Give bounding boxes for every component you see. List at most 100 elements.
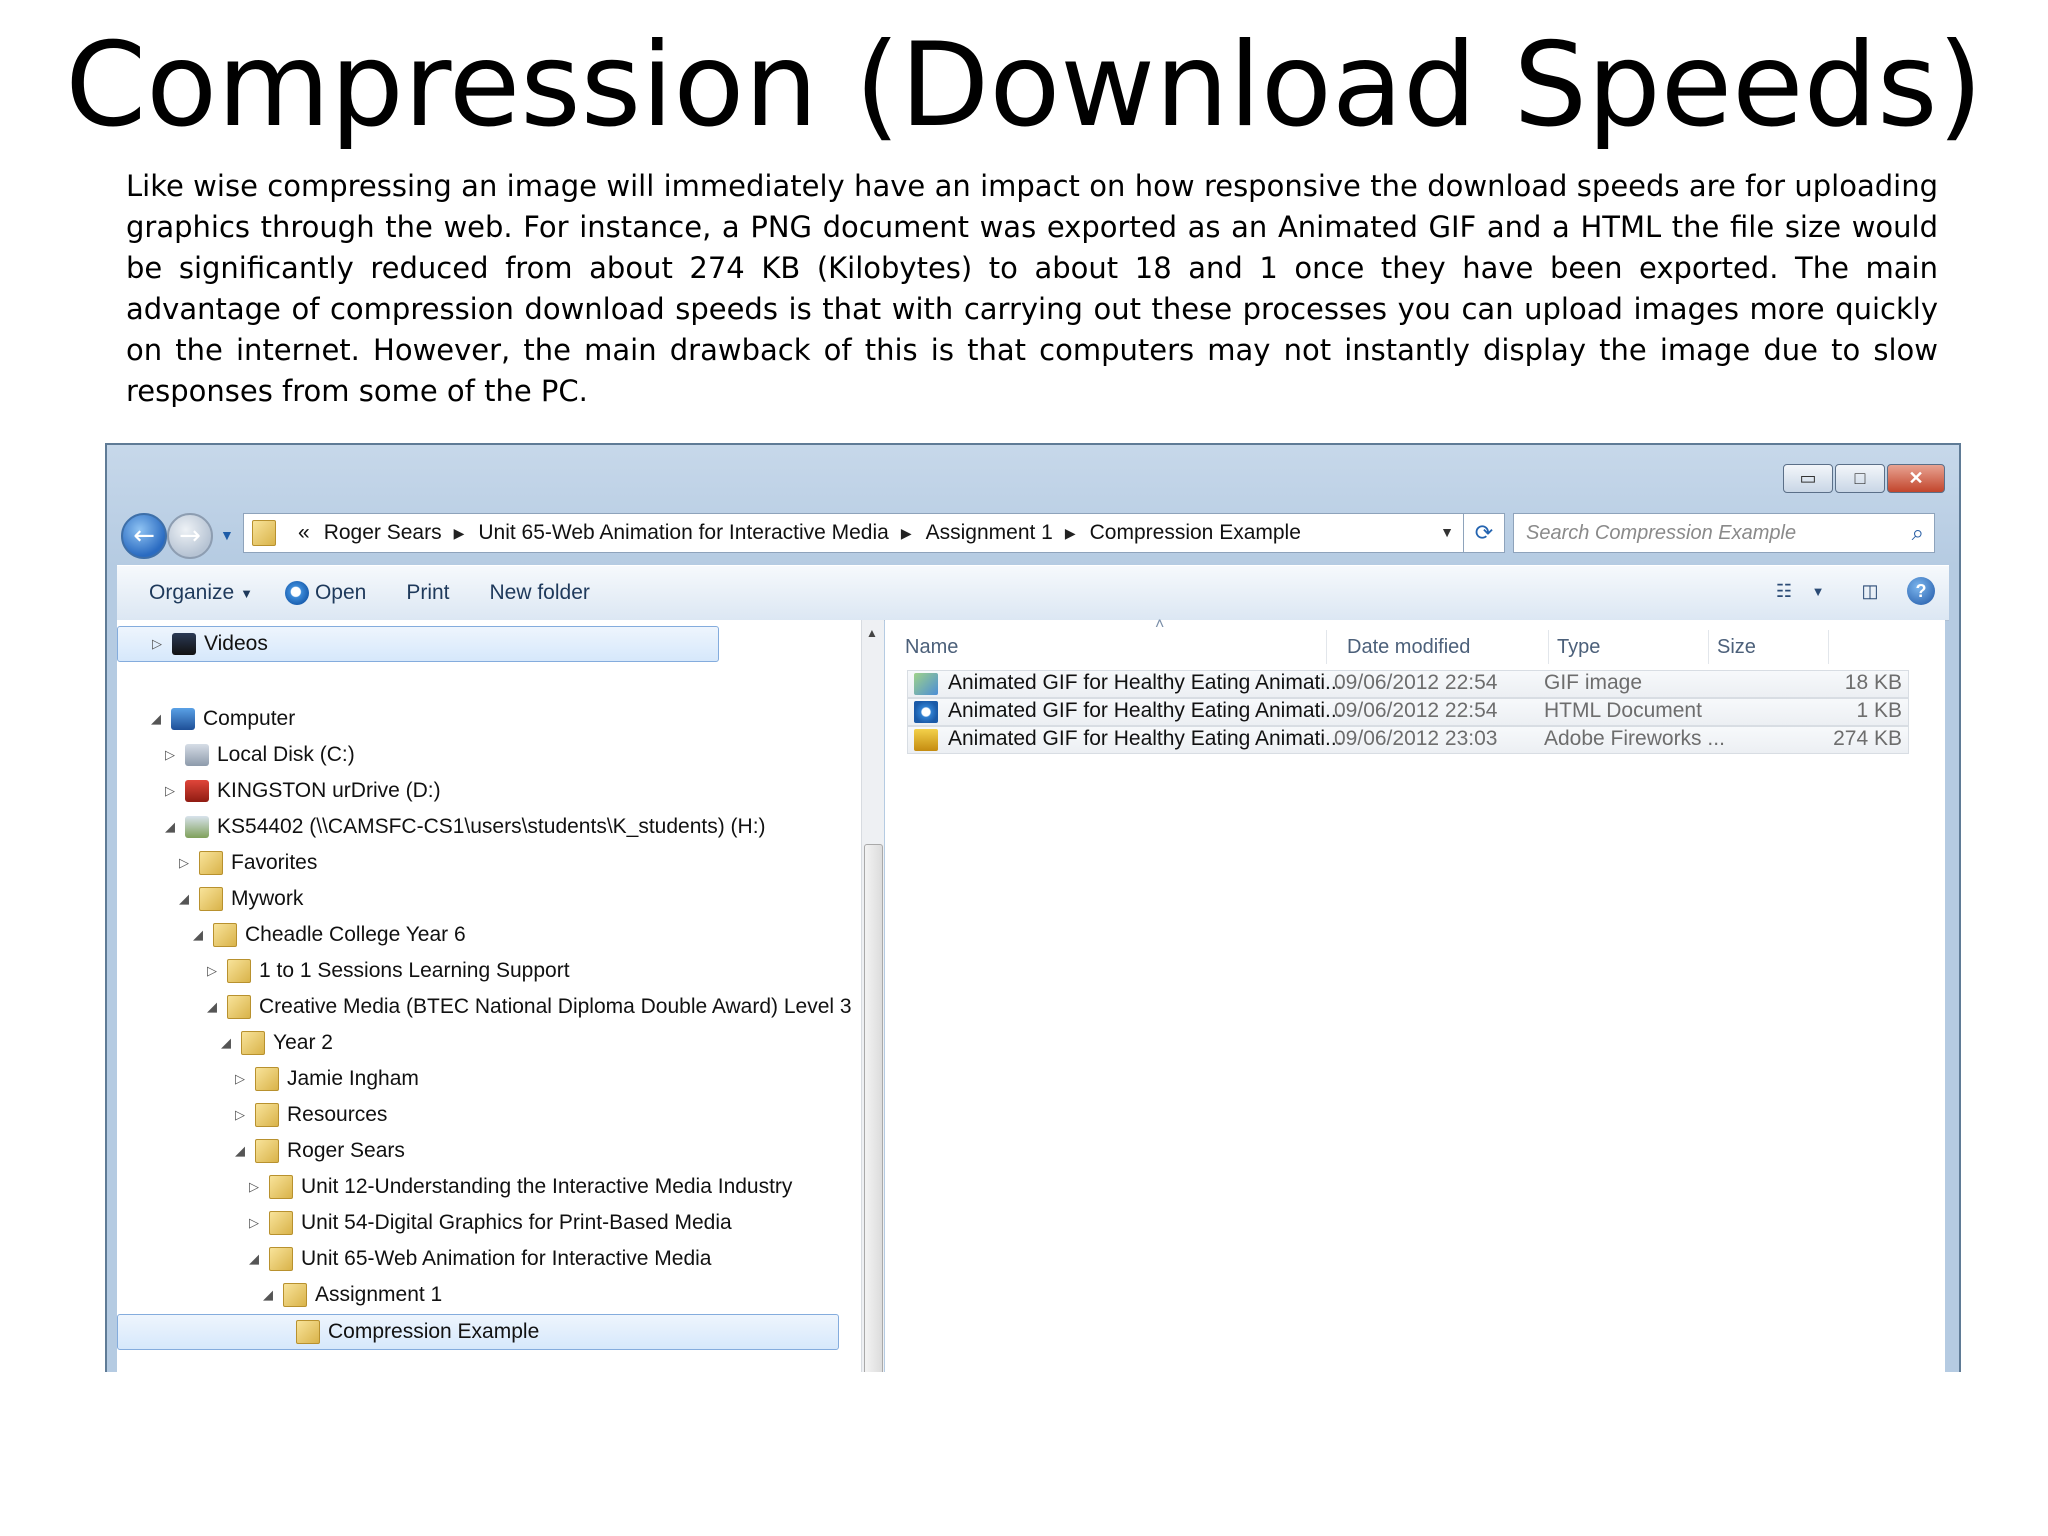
folder-icon	[296, 1320, 320, 1344]
collapse-arrow-icon[interactable]: ◢	[175, 891, 193, 907]
organize-button[interactable]: Organize ▼	[149, 581, 253, 605]
address-bar[interactable]: « Roger Sears ▶ Unit 65-Web Animation fo…	[243, 513, 1465, 553]
file-row[interactable]: Animated GIF for Healthy Eating Animati.…	[907, 698, 1909, 726]
search-input[interactable]: Search Compression Example ⌕	[1513, 513, 1935, 553]
chevron-down-icon: ▼	[240, 585, 253, 601]
tree-item[interactable]: ▷ Unit 54-Digital Graphics for Print-Base…	[245, 1206, 732, 1240]
breadcrumb-unit-65[interactable]: Unit 65-Web Animation for Interactive Me…	[478, 521, 888, 545]
scroll-up-icon[interactable]: ▲	[866, 626, 878, 640]
breadcrumb-separator-icon[interactable]: ▶	[454, 525, 465, 542]
collapse-arrow-icon[interactable]: ◢	[217, 1035, 235, 1051]
tree-item[interactable]: ▷ Resources	[231, 1098, 387, 1132]
breadcrumb-separator-icon[interactable]: ▶	[1065, 525, 1076, 542]
gif-image-icon	[914, 673, 938, 695]
folder-icon	[283, 1283, 307, 1307]
breadcrumb-separator-icon[interactable]: ▶	[901, 525, 912, 542]
file-row[interactable]: Animated GIF for Healthy Eating Animati.…	[907, 670, 1909, 698]
file-type: HTML Document	[1544, 699, 1702, 722]
slide-body-text: Like wise compressing an image will imme…	[126, 169, 1938, 408]
tree-item[interactable]: ▷ Favorites	[175, 846, 317, 880]
refresh-button[interactable]: ⟳	[1463, 513, 1505, 553]
print-button[interactable]: Print	[406, 581, 449, 605]
tree-item[interactable]: ◢ Cheadle College Year 6	[189, 918, 466, 952]
scrollbar-thumb[interactable]	[864, 844, 883, 1372]
drive-icon	[185, 744, 209, 766]
back-button[interactable]: ←	[121, 513, 167, 559]
close-button[interactable]: ✕	[1887, 464, 1945, 493]
new-folder-button[interactable]: New folder	[490, 581, 590, 605]
breadcrumb-overflow[interactable]: «	[298, 521, 310, 545]
help-icon[interactable]: ?	[1907, 577, 1935, 605]
search-icon[interactable]: ⌕	[1912, 520, 1924, 546]
file-date-modified: 09/06/2012 22:54	[1334, 671, 1498, 694]
tree-item[interactable]: ◢ Assignment 1	[259, 1278, 442, 1312]
open-label: Open	[314, 581, 367, 604]
tree-item[interactable]: ◢ Unit 65-Web Animation for Interactive M…	[245, 1242, 711, 1276]
tree-item-label: Unit 65-Web Animation for Interactive Me…	[301, 1247, 712, 1270]
tree-item-label: Cheadle College Year 6	[245, 923, 466, 946]
folder-icon	[241, 1031, 265, 1055]
expand-arrow-icon[interactable]: ▷	[161, 747, 179, 763]
views-icon[interactable]: ☷	[1769, 576, 1799, 606]
column-header[interactable]: Size	[1709, 630, 1829, 664]
column-header[interactable]: Type	[1549, 630, 1709, 664]
preview-pane-icon[interactable]: ◫	[1855, 576, 1885, 606]
maximize-button[interactable]: □	[1835, 464, 1885, 493]
file-date-modified: 09/06/2012 22:54	[1334, 699, 1498, 722]
tree-item[interactable]: ◢ Mywork	[175, 882, 303, 916]
expand-arrow-icon[interactable]: ▷	[245, 1179, 263, 1195]
column-header[interactable]: Name	[897, 630, 1327, 664]
recent-pages-dropdown-icon[interactable]: ▼	[220, 527, 234, 543]
folder-icon	[227, 959, 251, 983]
tree-item[interactable]: ◢ KS54402 (\\CAMSFC-CS1\users\students\K_…	[161, 810, 766, 844]
expand-arrow-icon[interactable]: ▷	[203, 963, 221, 979]
tree-item-label: 1 to 1 Sessions Learning Support	[259, 959, 570, 982]
file-row[interactable]: Animated GIF for Healthy Eating Animati.…	[907, 726, 1909, 754]
tree-item[interactable]: ▷ KINGSTON urDrive (D:)	[161, 774, 441, 808]
tree-item[interactable]: ▷ Local Disk (C:)	[161, 738, 355, 772]
breadcrumb-compression-example[interactable]: Compression Example	[1090, 521, 1301, 545]
expand-arrow-icon[interactable]: ▷	[175, 855, 193, 871]
navigation-bar: ← → ▼ « Roger Sears ▶ Unit 65-Web Animat…	[107, 505, 1959, 561]
tree-item[interactable]: ◢ Roger Sears	[231, 1134, 405, 1168]
breadcrumb-assignment-1[interactable]: Assignment 1	[926, 521, 1053, 545]
folder-icon	[255, 1139, 279, 1163]
open-button[interactable]: Open	[284, 581, 367, 605]
file-type: Adobe Fireworks ...	[1544, 727, 1725, 750]
address-dropdown-icon[interactable]: ▼	[1440, 524, 1454, 540]
chevron-down-icon[interactable]: ▼	[1803, 576, 1833, 606]
tree-item[interactable]: Compression Example	[117, 1314, 839, 1350]
tree-item[interactable]: ▷ Videos	[117, 626, 719, 662]
tree-item[interactable]: ◢ Computer	[147, 702, 295, 736]
forward-button[interactable]: →	[167, 513, 213, 559]
fireworks-file-icon	[914, 729, 938, 751]
toolbar-right-group: ☷ ▼ ◫ ?	[1747, 576, 1935, 606]
collapse-arrow-icon[interactable]: ◢	[203, 999, 221, 1015]
expand-arrow-icon[interactable]: ▷	[245, 1215, 263, 1231]
folder-icon	[255, 1103, 279, 1127]
collapse-arrow-icon[interactable]: ◢	[189, 927, 207, 943]
tree-item[interactable]: ▷ Unit 12-Understanding the Interactive M…	[245, 1170, 792, 1204]
minimize-button[interactable]: ▭	[1783, 464, 1833, 493]
collapse-arrow-icon[interactable]: ◢	[259, 1287, 277, 1303]
tree-scrollbar[interactable]: ▲	[861, 620, 884, 1372]
tree-item[interactable]: ◢ Year 2	[217, 1026, 333, 1060]
expand-arrow-icon[interactable]: ▷	[161, 783, 179, 799]
expand-arrow-icon[interactable]: ▷	[148, 636, 166, 652]
tree-item-label: Compression Example	[328, 1320, 540, 1343]
collapse-arrow-icon[interactable]: ◢	[147, 711, 165, 727]
expand-arrow-icon[interactable]: ▷	[231, 1107, 249, 1123]
collapse-arrow-icon[interactable]: ◢	[231, 1143, 249, 1159]
collapse-arrow-icon[interactable]: ◢	[245, 1251, 263, 1267]
breadcrumb-roger-sears[interactable]: Roger Sears	[324, 521, 442, 545]
computer-icon	[171, 708, 195, 730]
column-header[interactable]: Date modified	[1339, 630, 1549, 664]
folder-icon	[227, 995, 251, 1019]
tree-item[interactable]: ▷ 1 to 1 Sessions Learning Support	[203, 954, 570, 988]
collapse-arrow-icon[interactable]: ◢	[161, 819, 179, 835]
expand-arrow-icon[interactable]: ▷	[231, 1071, 249, 1087]
tree-item[interactable]: ◢ Creative Media (BTEC National Diploma D…	[203, 990, 852, 1024]
tree-item-label: Unit 54-Digital Graphics for Print-Based…	[301, 1211, 732, 1234]
tree-item-label: Creative Media (BTEC National Diploma Do…	[259, 995, 852, 1018]
tree-item[interactable]: ▷ Jamie Ingham	[231, 1062, 419, 1096]
